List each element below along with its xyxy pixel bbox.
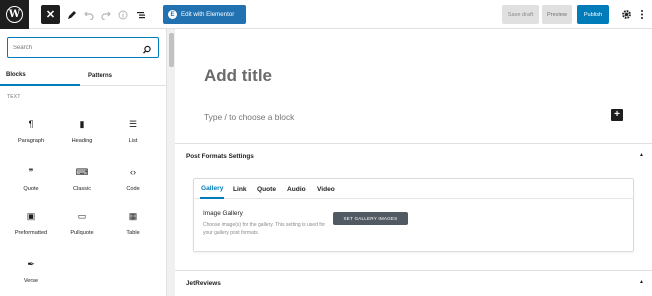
image-gallery-label: Image Gallery — [203, 210, 243, 217]
close-inserter-button[interactable]: ✕ — [41, 5, 60, 24]
sidebar-scrollbar[interactable] — [166, 29, 175, 296]
block-quote[interactable]: ❞ Quote — [8, 162, 54, 200]
pencil-icon[interactable] — [64, 5, 80, 24]
block-inserter-panel: Blocks Patterns TEXT ¶ Paragraph ▮ Headi… — [0, 29, 166, 296]
tab-patterns[interactable]: Patterns — [80, 66, 120, 86]
post-formats-panel: Gallery Link Quote Audio Video Image Gal… — [193, 178, 634, 252]
publish-button[interactable]: Publish — [577, 5, 609, 24]
heading-icon: ▮ — [79, 118, 85, 129]
block-label: List — [128, 138, 138, 144]
post-format-tabs: Gallery Link Quote Audio Video — [194, 179, 633, 199]
block-label: Quote — [23, 186, 39, 192]
block-table[interactable]: ▦ Table — [110, 206, 156, 244]
save-draft-button[interactable]: Save draft — [502, 5, 539, 24]
block-pullquote[interactable]: ▭ Pullquote — [59, 206, 105, 244]
block-label: Heading — [71, 138, 93, 144]
list-view-icon[interactable] — [133, 5, 149, 24]
info-icon[interactable] — [115, 5, 131, 24]
category-label: TEXT — [7, 94, 21, 100]
preformatted-icon: ▣ — [26, 210, 36, 221]
metabox-title: JetReviews — [186, 279, 221, 287]
list-icon: ☰ — [128, 118, 138, 129]
search-field[interactable] — [7, 37, 159, 58]
block-label: Classic — [72, 186, 92, 192]
tab-quote[interactable]: Quote — [257, 179, 276, 199]
post-title[interactable]: Add title — [204, 66, 272, 86]
add-block-button[interactable]: + — [611, 109, 623, 121]
block-verse[interactable]: ✒ Verse — [8, 254, 54, 292]
block-placeholder[interactable]: Type / to choose a block — [204, 112, 294, 122]
preview-button[interactable]: Preview — [542, 5, 572, 24]
wordpress-logo-icon[interactable]: W — [0, 0, 29, 29]
block-code[interactable]: ‹› Code — [110, 162, 156, 200]
quote-icon: ❞ — [28, 166, 34, 177]
block-paragraph[interactable]: ¶ Paragraph — [8, 114, 54, 152]
paragraph-icon: ¶ — [28, 119, 34, 129]
metabox-area: Post Formats Settings ▲ Gallery Link Quo… — [175, 143, 652, 296]
tab-video[interactable]: Video — [317, 179, 335, 199]
chevron-up-icon[interactable]: ▲ — [639, 279, 644, 285]
feather-icon: ✒ — [27, 258, 35, 269]
block-label: Paragraph — [17, 138, 45, 144]
tab-gallery[interactable]: Gallery — [200, 179, 225, 199]
tab-audio[interactable]: Audio — [287, 179, 306, 199]
set-gallery-images-button[interactable]: SET GALLERY IMAGES — [333, 212, 408, 225]
block-label: Pullquote — [70, 230, 94, 236]
edit-with-elementor-label: Edit with Elementor — [181, 11, 235, 18]
more-vertical-icon[interactable] — [637, 6, 647, 23]
block-label: Verse — [23, 278, 39, 284]
gear-icon[interactable] — [619, 6, 633, 23]
scrollbar-thumb[interactable] — [169, 33, 174, 67]
pullquote-icon: ▭ — [77, 210, 87, 221]
redo-icon[interactable] — [98, 5, 114, 24]
keyboard-icon: ⌨ — [75, 166, 89, 177]
undo-icon[interactable] — [81, 5, 97, 24]
block-heading[interactable]: ▮ Heading — [59, 114, 105, 152]
editor-top-toolbar: W ✕ E Edit with Elementor Save draft Pre… — [0, 0, 652, 29]
chevron-up-icon[interactable]: ▲ — [639, 152, 644, 158]
block-label: Code — [126, 186, 140, 192]
jetreviews-metabox-header[interactable]: JetReviews ▲ — [175, 270, 652, 295]
block-list[interactable]: ☰ List — [110, 114, 156, 152]
block-classic[interactable]: ⌨ Classic — [59, 162, 105, 200]
image-gallery-description: Choose image(s) for the gallery. This se… — [203, 222, 326, 236]
post-formats-metabox-header[interactable]: Post Formats Settings ▲ — [175, 144, 652, 169]
tab-blocks[interactable]: Blocks — [0, 66, 80, 86]
search-icon — [142, 42, 152, 54]
block-label: Preformatted — [14, 230, 48, 236]
tab-link[interactable]: Link — [233, 179, 247, 199]
editor-canvas[interactable]: Add title Type / to choose a block + — [175, 29, 652, 143]
code-icon: ‹› — [130, 167, 136, 177]
block-preformatted[interactable]: ▣ Preformatted — [8, 206, 54, 244]
block-label: Table — [126, 230, 140, 236]
table-icon: ▦ — [128, 210, 138, 221]
edit-with-elementor-button[interactable]: E Edit with Elementor — [163, 5, 246, 24]
search-input[interactable] — [13, 41, 137, 54]
inserter-tabs: Blocks Patterns — [0, 66, 166, 86]
metabox-title: Post Formats Settings — [186, 153, 254, 160]
elementor-icon: E — [168, 10, 177, 19]
